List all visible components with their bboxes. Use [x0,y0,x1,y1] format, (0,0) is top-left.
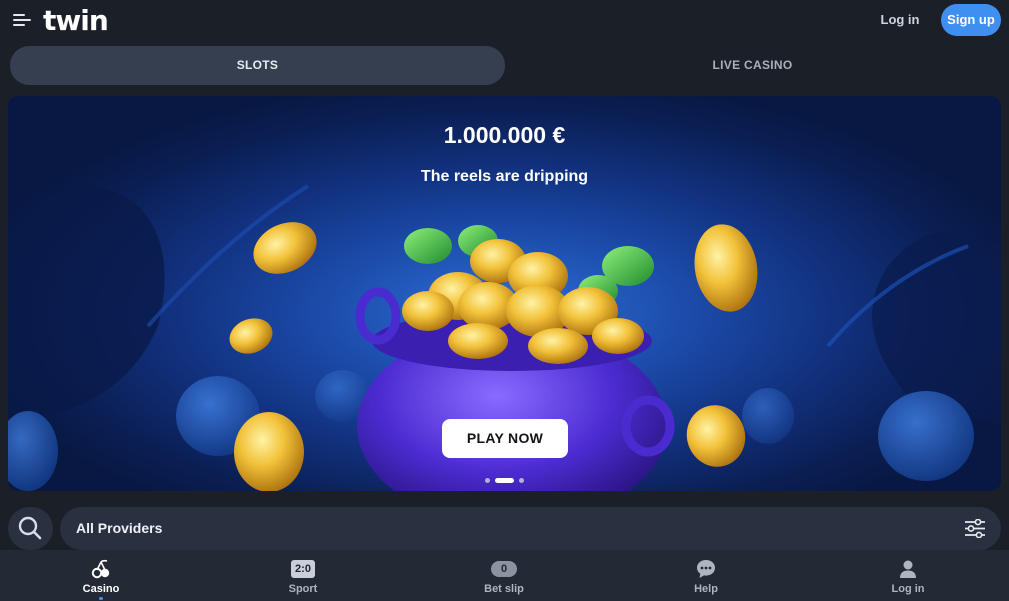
providers-select[interactable]: All Providers [60,507,1001,550]
betslip-count-icon: 0 [491,561,517,577]
chat-help-icon [697,560,715,578]
category-tabs: SLOTS LIVE CASINO [10,46,1000,85]
scoreboard-icon: 2:0 [291,560,315,578]
hamburger-menu-icon[interactable] [13,13,31,27]
nav-login-label: Log in [891,583,925,595]
sliders-icon[interactable] [965,519,985,538]
login-button[interactable]: Log in [872,10,928,30]
nav-help[interactable]: Help [646,550,766,601]
providers-label: All Providers [76,520,163,536]
nav-bet-slip-label: Bet slip [484,583,524,595]
carousel-dot[interactable] [519,478,524,483]
search-button[interactable] [8,507,53,550]
user-icon [900,560,916,578]
active-indicator [99,597,103,600]
tab-live-casino[interactable]: LIVE CASINO [505,46,1000,85]
signup-button[interactable]: Sign up [941,4,1001,36]
play-now-button[interactable]: PLAY NOW [442,419,568,458]
nav-login[interactable]: Log in [848,550,968,601]
carousel-dot[interactable] [485,478,490,483]
banner-title: 1.000.000 € [443,122,566,148]
nav-sport[interactable]: 2:0 Sport [243,550,363,601]
carousel-dots [485,478,525,484]
nav-sport-label: Sport [288,583,318,595]
search-icon [18,516,42,540]
carousel-dot-active[interactable] [495,478,514,483]
twin-logo[interactable]: twin [43,4,109,37]
nav-help-label: Help [694,583,718,595]
nav-casino[interactable]: Casino [41,550,161,601]
promo-banner[interactable]: 1.000.000 € The reels are dripping PLAY … [8,96,1001,491]
top-bar: twin Log in Sign up [0,0,1009,42]
banner-subtitle: The reels are dripping [420,168,589,185]
nav-casino-label: Casino [82,583,120,595]
tab-slots[interactable]: SLOTS [10,46,505,85]
bottom-navigation: Casino 2:0 Sport 0 Bet slip Help Log in [0,550,1009,601]
casino-cherries-icon [91,559,110,579]
nav-bet-slip[interactable]: 0 Bet slip [444,550,564,601]
